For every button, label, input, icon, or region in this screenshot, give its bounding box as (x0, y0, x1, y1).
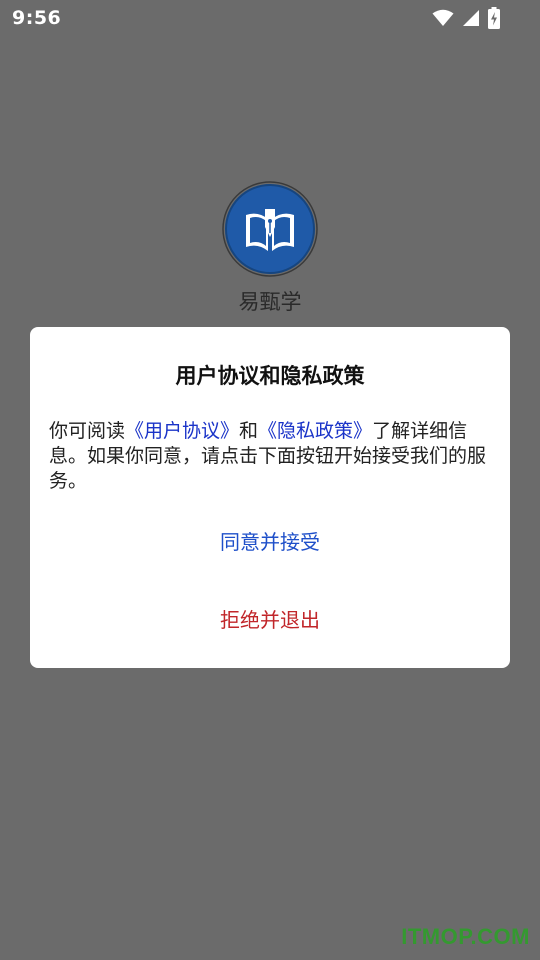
app-logo-icon (222, 181, 318, 277)
agree-button[interactable]: 同意并接受 (30, 525, 510, 555)
watermark: ITMOP.COM (401, 924, 530, 949)
battery-charging-icon (488, 7, 500, 29)
privacy-policy-link[interactable]: 《隐私政策》 (258, 420, 372, 442)
body-conjunction: 和 (239, 420, 259, 442)
status-bar: 9:56 (0, 0, 540, 38)
status-time: 9:56 (12, 7, 62, 29)
dialog-title: 用户协议和隐私政策 (175, 364, 365, 388)
dialog-body: 你可阅读《用户协议》和《隐私政策》了解详细信息。如果你同意，请点击下面按钮开始接… (49, 419, 495, 494)
reject-exit-button[interactable]: 拒绝并退出 (30, 603, 510, 633)
body-prefix: 你可阅读 (49, 420, 126, 442)
privacy-dialog: 用户协议和隐私政策 你可阅读《用户协议》和《隐私政策》了解详细信息。如果你同意，… (30, 327, 510, 668)
app-name: 易甄学 (238, 290, 302, 314)
cell-signal-icon (462, 9, 480, 27)
wifi-icon (432, 9, 454, 27)
user-agreement-link[interactable]: 《用户协议》 (125, 420, 239, 442)
status-icons (432, 7, 500, 29)
